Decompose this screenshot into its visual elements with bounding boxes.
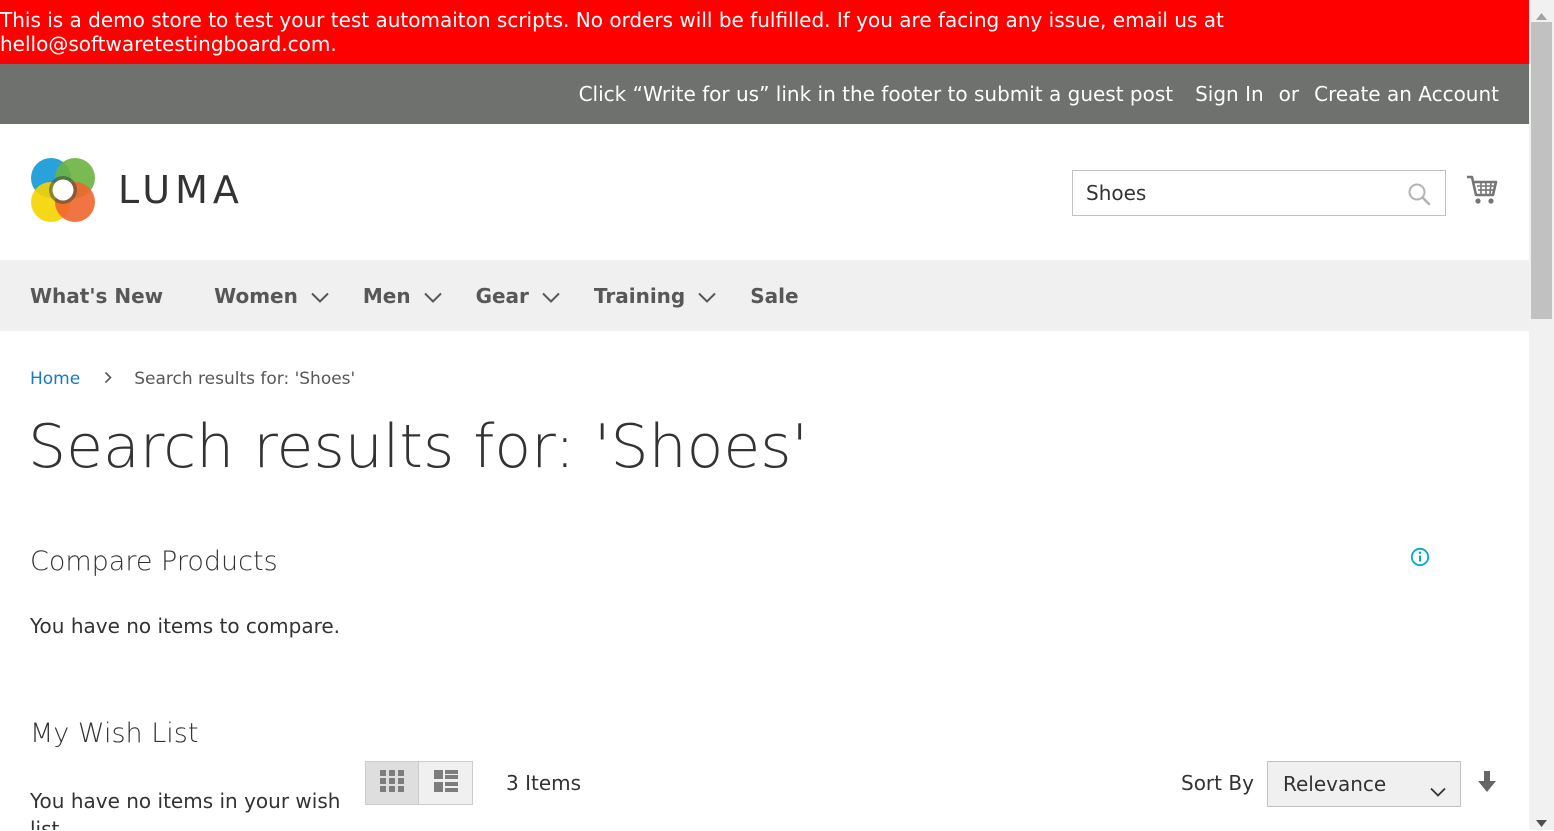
- list-icon: [433, 770, 458, 796]
- luma-logo-icon: [31, 158, 95, 222]
- nav-item-sale[interactable]: Sale: [750, 284, 798, 308]
- main-navigation: What's New Women Men Gear Training Sale: [0, 260, 1529, 331]
- nav-item-label: Gear: [475, 283, 529, 308]
- view-mode-switcher: [365, 761, 473, 805]
- wish-list-title: My Wish List: [30, 718, 199, 749]
- list-view-button[interactable]: [419, 761, 473, 805]
- info-icon[interactable]: [1410, 547, 1430, 571]
- chevron-down-icon: [1430, 778, 1446, 802]
- cart-icon[interactable]: [1466, 174, 1498, 210]
- header-content: LUMA: [0, 124, 1529, 260]
- or-separator: or: [1278, 82, 1300, 106]
- scrollbar-thumb[interactable]: [1531, 22, 1552, 319]
- guest-post-promo: Click “Write for us” link in the footer …: [578, 82, 1174, 106]
- wish-list-empty-message: You have no items in your wish list.: [30, 789, 341, 830]
- nav-item-women[interactable]: Women: [214, 284, 329, 308]
- items-count: 3 Items: [506, 771, 582, 795]
- nav-item-label: What's New: [30, 283, 164, 308]
- nav-item-whats-new[interactable]: What's New: [30, 284, 163, 308]
- grid-view-button[interactable]: [365, 761, 419, 805]
- sign-in-link[interactable]: Sign In: [1195, 82, 1264, 106]
- logo-wordmark: LUMA: [118, 168, 244, 212]
- sort-direction-arrow-down-icon[interactable]: [1478, 771, 1496, 797]
- nav-item-label: Training: [593, 283, 686, 308]
- nav-item-training[interactable]: Training: [594, 284, 716, 308]
- nav-item-label: Men: [362, 283, 411, 308]
- compare-empty-message: You have no items to compare.: [30, 614, 341, 638]
- chevron-right-icon: [104, 369, 112, 389]
- sort-by-value: Relevance: [1283, 772, 1387, 796]
- page-title: Search results for: 'Shoes': [28, 412, 808, 482]
- grid-icon: [380, 770, 404, 796]
- create-account-link[interactable]: Create an Account: [1314, 82, 1499, 106]
- scroll-down-arrow-icon[interactable]: [1536, 812, 1547, 831]
- luma-logo[interactable]: LUMA: [30, 157, 244, 223]
- sort-by-label: Sort By: [1181, 771, 1254, 795]
- header-panel: Click “Write for us” link in the footer …: [0, 64, 1529, 124]
- compare-products-title: Compare Products: [30, 546, 278, 577]
- chevron-down-icon: [423, 284, 442, 308]
- chevron-down-icon: [542, 284, 560, 308]
- search-icon[interactable]: [1407, 182, 1431, 210]
- vertical-scrollbar[interactable]: [1529, 0, 1554, 830]
- nav-item-label: Women: [214, 283, 298, 308]
- breadcrumb: Home Search results for: 'Shoes': [30, 369, 355, 389]
- search-box: [1072, 170, 1446, 216]
- page: This is a demo store to test your test a…: [0, 0, 1529, 830]
- demo-notice-banner: This is a demo store to test your test a…: [0, 0, 1529, 64]
- nav-item-label: Sale: [750, 283, 799, 308]
- nav-item-men[interactable]: Men: [363, 284, 442, 308]
- search-input[interactable]: [1073, 171, 1386, 215]
- chevron-down-icon: [311, 284, 329, 308]
- demo-notice-text: This is a demo store to test your test a…: [0, 8, 1224, 56]
- nav-item-gear[interactable]: Gear: [476, 284, 560, 308]
- breadcrumb-home-link[interactable]: Home: [30, 369, 80, 389]
- breadcrumb-current: Search results for: 'Shoes': [134, 369, 356, 389]
- sort-by-select[interactable]: Relevance: [1267, 761, 1461, 807]
- chevron-down-icon: [698, 284, 716, 308]
